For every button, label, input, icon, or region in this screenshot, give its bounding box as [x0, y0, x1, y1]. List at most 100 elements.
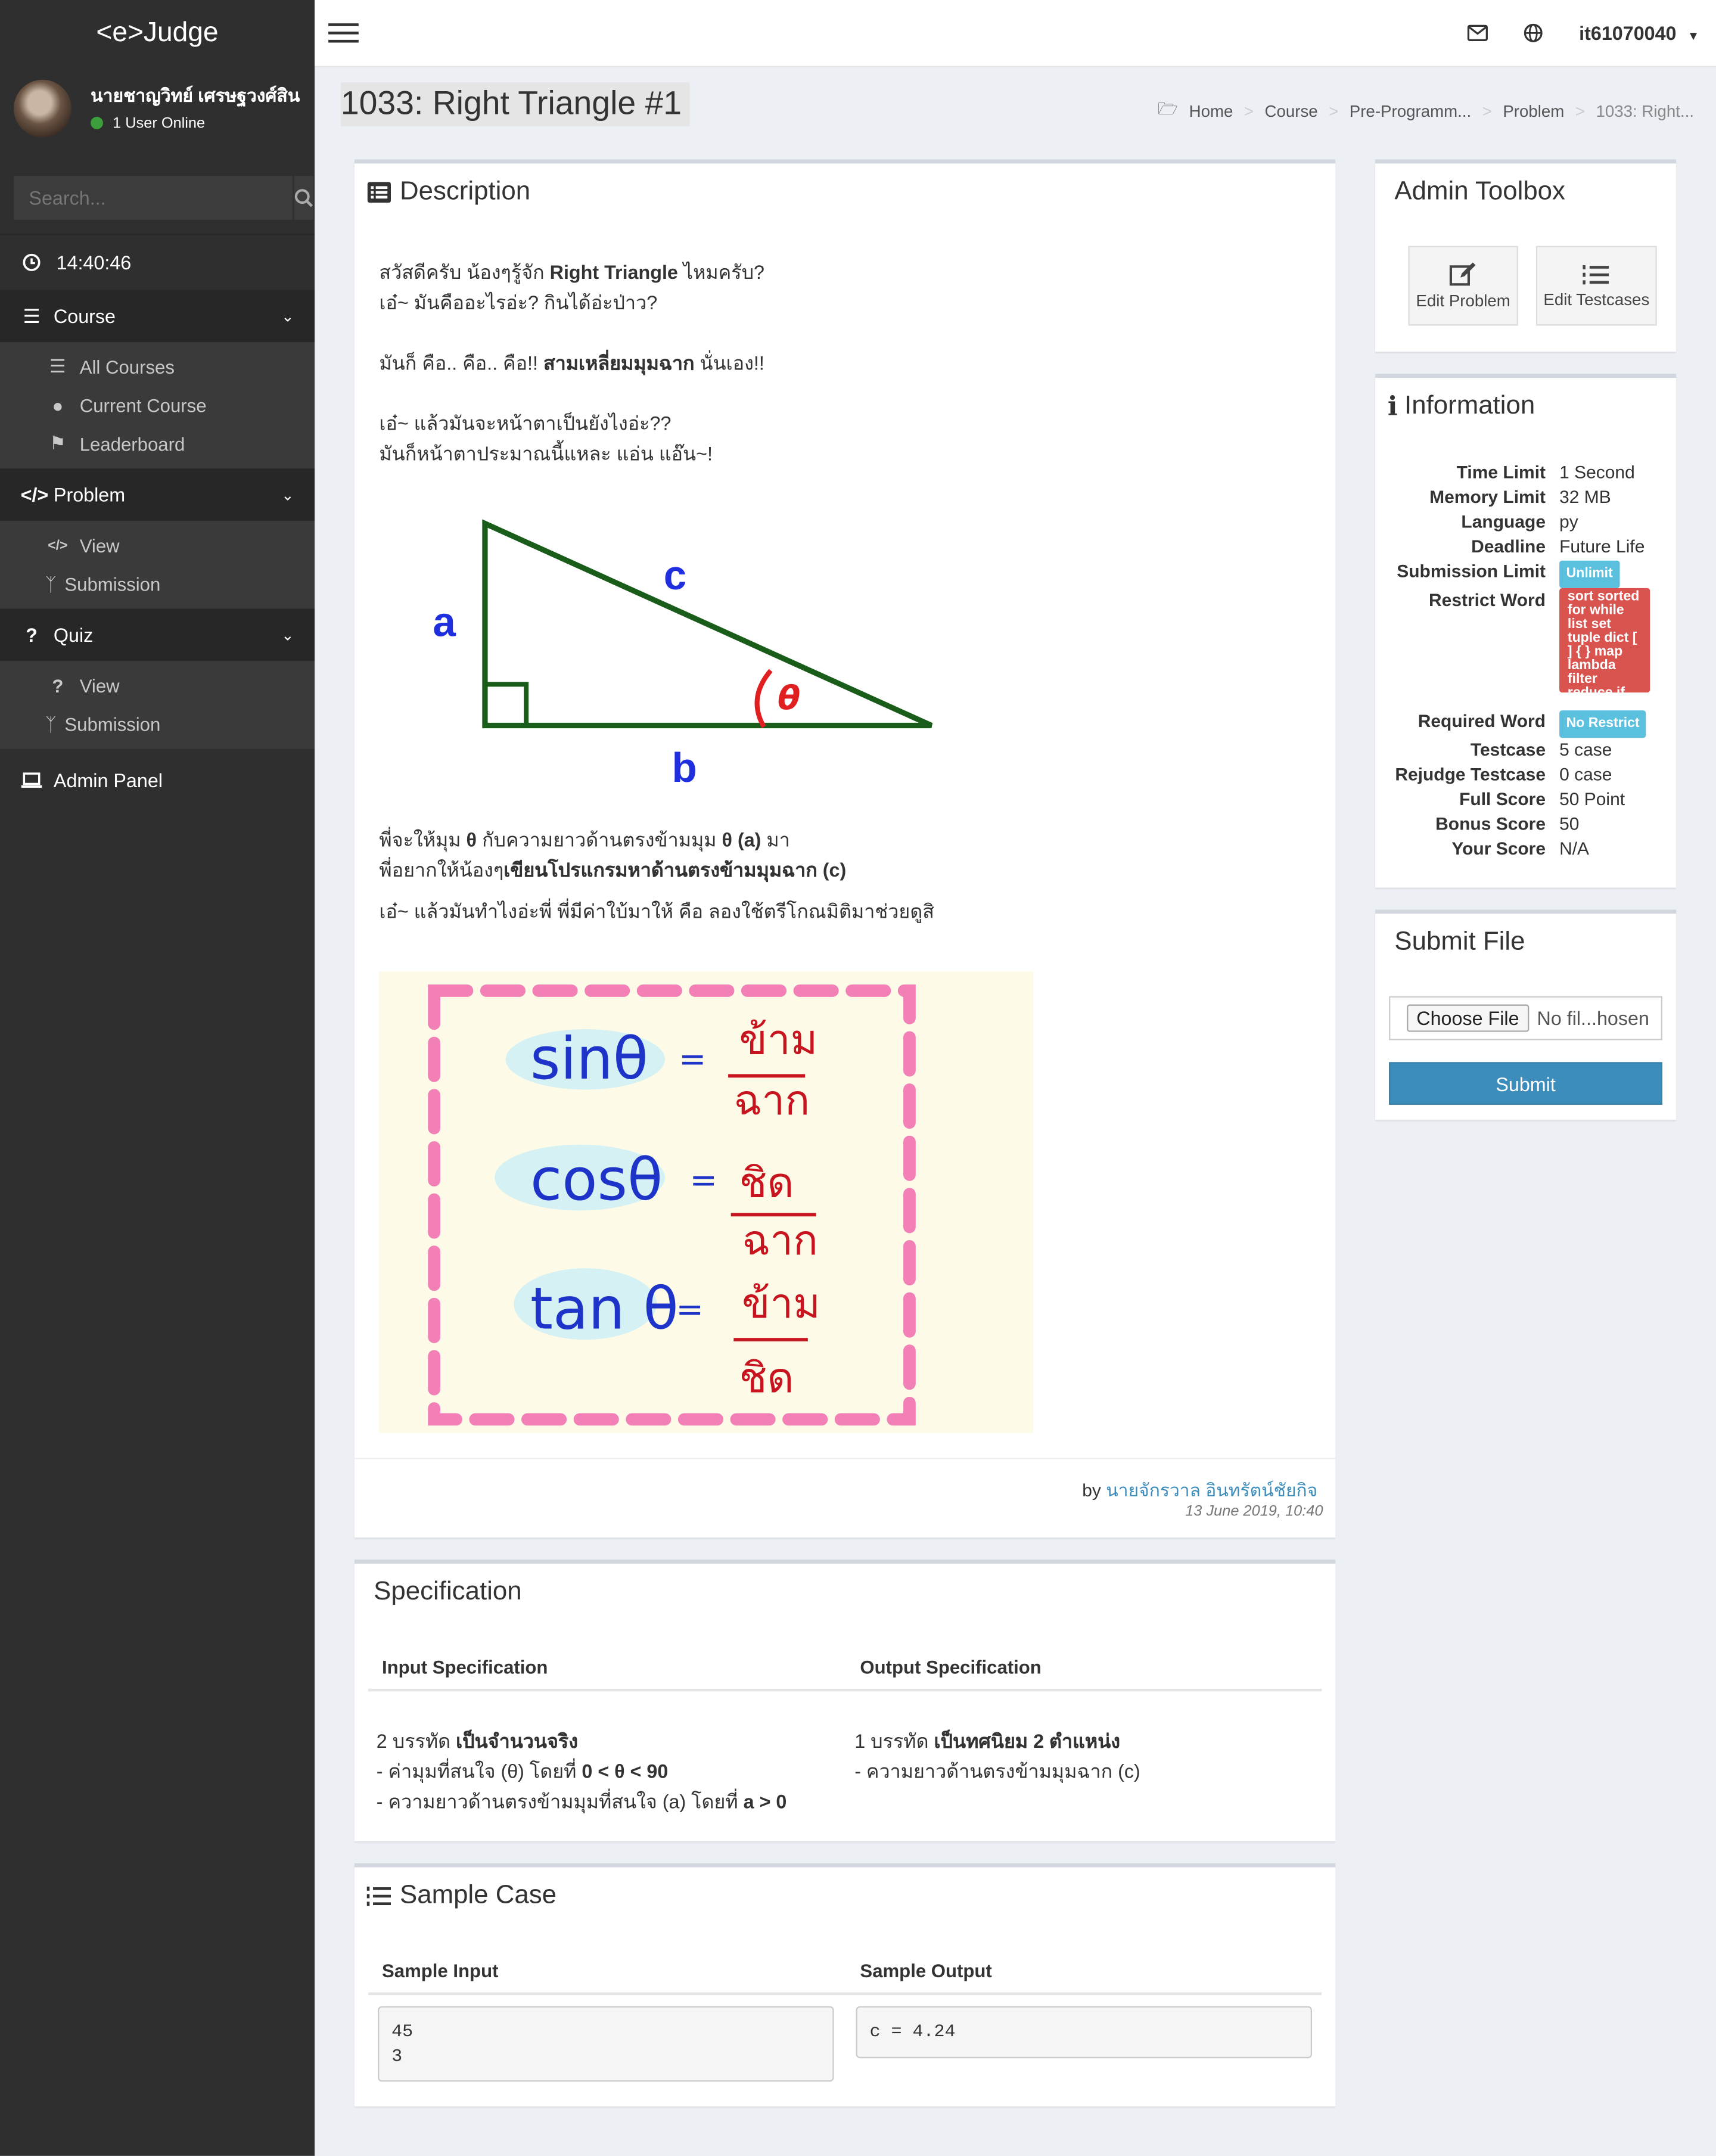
breadcrumb-course[interactable]: Course [1264, 101, 1317, 120]
author-line: by นายจักรวาล อินทรัตน์ชัยกิจ [1082, 1480, 1318, 1500]
information-box: i Information Time Limit 1 Second Memory … [1375, 374, 1677, 888]
sample-case-title: Sample Case [399, 1881, 557, 1910]
online-status: 1 User Online [91, 114, 300, 132]
edit-testcases-button[interactable]: Edit Testcases [1535, 246, 1657, 326]
brand-text: <e>Judge [96, 17, 219, 48]
sample-output-header: Sample Output [860, 1961, 992, 1981]
clock-icon [23, 253, 41, 271]
trig-tan-num: ข้าม [742, 1280, 820, 1328]
sidebar-item-quiz[interactable]: ? Quiz ⌄ [0, 608, 315, 661]
menu-toggle-icon[interactable] [328, 18, 359, 48]
trig-eq-sin: = [679, 1040, 706, 1079]
course-submenu: ☰ All Courses ● Current Course ⚑ Leaderboar… [0, 342, 315, 469]
edit-icon [1449, 262, 1476, 285]
laptop-icon [21, 772, 42, 788]
search-icon [294, 189, 313, 207]
online-status-text: 1 User Online [113, 114, 206, 132]
trig-tan-den: ชิด [739, 1355, 794, 1402]
list-ol-icon [366, 1886, 391, 1906]
sidebar-item-label: All Courses [79, 356, 175, 377]
status-badge: Unlimit [1559, 560, 1620, 588]
breadcrumb-pre-programming[interactable]: Pre-Programm... [1350, 101, 1471, 120]
sidebar-item-label: View [79, 535, 120, 556]
list-icon: ☰ [23, 304, 41, 327]
information-header: i Information [1388, 392, 1535, 422]
trophy-icon: ⚑ [49, 433, 66, 453]
code-icon: </> [48, 538, 68, 554]
breadcrumb-home[interactable]: Home [1189, 101, 1233, 120]
trig-tan: tan θ [530, 1275, 679, 1343]
search-input[interactable] [14, 176, 293, 220]
spec-line: - ความยาวด้านตรงข้ามมุมฉาก (c) [854, 1760, 1140, 1782]
post-date: 13 June 2019, 10:40 [1185, 1503, 1323, 1520]
sidebar-item-course[interactable]: ☰ Course ⌄ [0, 290, 315, 343]
right-triangle-diagram: a c b θ [433, 519, 933, 791]
info-row-submission-limit: Submission Limit Unlimit [1375, 559, 1650, 588]
sidebar-item-leaderboard[interactable]: ⚑ Leaderboard [0, 424, 315, 463]
sidebar-item-label: Submission [64, 713, 161, 735]
info-row-deadline: Deadline Future Life [1471, 536, 1645, 557]
trig-hint-image: sinθ cosθ tan θ = = = ข้าม ฉาก ชิด ฉาก ข… [379, 971, 1033, 1433]
desc-line: พี่จะให้มุม θ กับความยาวด้านตรงข้ามมุม θ… [379, 828, 790, 851]
trig-sin: sinθ [530, 1025, 648, 1092]
desc-line: มันก็หน้าตาประมาณนี้แหละ แอ่น แอ๊น~! [379, 442, 713, 465]
info-row-time-limit: Time Limit 1 Second [1456, 461, 1635, 483]
description-title: Description [399, 177, 531, 206]
submit-button[interactable]: Submit [1389, 1062, 1663, 1105]
breadcrumb-problem[interactable]: Problem [1503, 101, 1564, 120]
info-icon: i [1387, 392, 1398, 422]
sidebar-item-label: Quiz [53, 623, 94, 646]
list-ol-icon [1583, 264, 1609, 284]
trig-sin-den: ฉาก [733, 1077, 810, 1124]
avatar [14, 79, 72, 138]
list-alt-icon [367, 182, 391, 203]
trig-eq-tan: = [676, 1291, 703, 1329]
triangle-label-theta: θ [778, 679, 800, 717]
chevron-down-icon: ⌄ [281, 308, 294, 325]
caret-down-icon: ▼ [1687, 29, 1700, 43]
sidebar-item-admin-panel[interactable]: Admin Panel [0, 754, 315, 807]
sidebar-item-label: Leaderboard [79, 433, 185, 455]
envelope-icon[interactable] [1468, 24, 1488, 42]
input-spec-header: Input Specification [382, 1657, 548, 1678]
code-icon: </> [20, 483, 49, 506]
sidebar-item-problem[interactable]: </> Problem ⌄ [0, 468, 315, 521]
question-icon: ? [26, 623, 38, 646]
code-fork-icon: ᛉ [45, 573, 57, 595]
quiz-submenu: ? View ᛉ Submission [0, 661, 315, 749]
edit-problem-label: Edit Problem [1416, 290, 1510, 310]
sidebar-item-quiz-view[interactable]: ? View [0, 666, 315, 705]
choose-file-button[interactable]: Choose File [1407, 1004, 1529, 1032]
edit-problem-button[interactable]: Edit Problem [1408, 246, 1518, 326]
user-panel: นายชาญวิทย์ เศรษฐวงศ์สิน 1 User Online [0, 66, 315, 151]
sidebar-item-problem-submission[interactable]: ᛉ Submission [0, 565, 315, 604]
sample-case-box: Sample Case Sample Input Sample Output 4… [354, 1863, 1336, 2107]
spec-line: 2 บรรทัด เป็นจำนวนจริง [376, 1730, 579, 1752]
spec-line: 1 บรรทัด เป็นทศนิยม 2 ตำแหน่ง [854, 1730, 1121, 1752]
specification-title: Specification [374, 1577, 522, 1607]
trig-cos-num: ชิด [739, 1159, 794, 1207]
clock-text: 14:40:46 [56, 251, 132, 274]
user-menu[interactable]: it61070040 ▼ [1579, 22, 1699, 44]
top-navbar: it61070040 ▼ [315, 0, 1716, 67]
username-text: it61070040 [1579, 21, 1677, 44]
sidebar-item-all-courses[interactable]: ☰ All Courses [0, 347, 315, 386]
sample-header-divider [368, 1992, 1322, 1996]
globe-icon[interactable] [1524, 23, 1543, 42]
brand-logo[interactable]: <e>Judge [0, 0, 315, 66]
search-button[interactable] [293, 176, 313, 220]
sidebar-item-problem-view[interactable]: </> View [0, 526, 315, 565]
user-name: นายชาญวิทย์ เศรษฐวงศ์สิน [91, 84, 300, 105]
info-row-testcase: Testcase 5 case [1470, 739, 1612, 760]
triangle-label-c: c [664, 552, 686, 598]
input-spec-body: 2 บรรทัด เป็นจำนวนจริง - ค่ามุมที่สนใจ (… [377, 1726, 787, 1816]
triangle-label-b: b [672, 744, 697, 791]
file-input[interactable]: Choose File No fil...hosen [1389, 996, 1663, 1040]
sidebar-item-quiz-submission[interactable]: ᛉ Submission [0, 705, 315, 744]
author-link[interactable]: นายจักรวาล อินทรัตน์ชัยกิจ [1106, 1480, 1317, 1500]
description-box: Description สวัสดีครับ น้องๆรู้จัก Right… [354, 159, 1336, 1538]
sidebar-item-current-course[interactable]: ● Current Course [0, 386, 315, 425]
sidebar-item-label: View [79, 675, 120, 696]
clock: 14:40:46 [0, 233, 315, 290]
sample-output-block: c = 4.24 [856, 2006, 1313, 2059]
